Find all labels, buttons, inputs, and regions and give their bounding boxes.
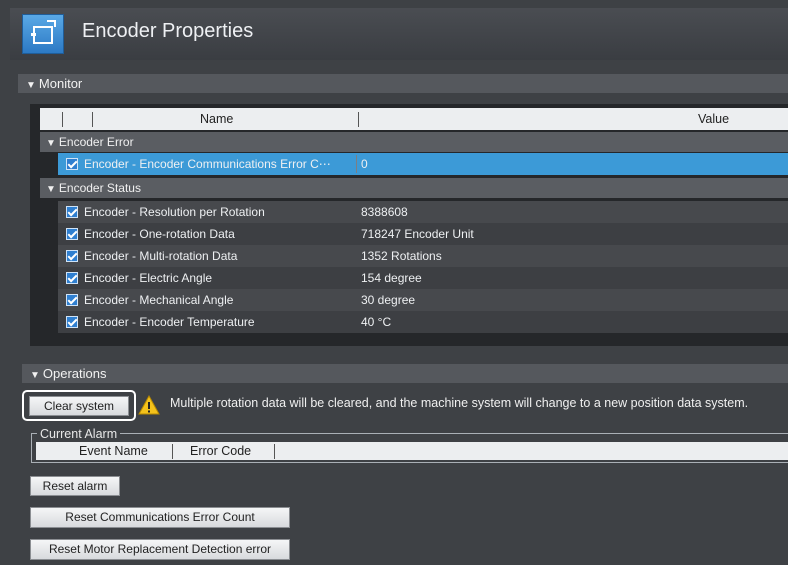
collapse-triangle-icon: ▼ xyxy=(26,80,36,91)
warning-message: Multiple rotation data will be cleared, … xyxy=(170,396,749,410)
monitor-table: Name Value ▼ Encoder Error Encoder - Enco… xyxy=(30,104,788,346)
column-header-event-name[interactable]: Event Name xyxy=(79,444,148,458)
collapse-triangle-icon: ▼ xyxy=(46,138,56,149)
collapse-triangle-icon: ▼ xyxy=(30,370,40,381)
row-name: Encoder - Mechanical Angle xyxy=(84,293,234,307)
table-row[interactable]: Encoder - Resolution per Rotation 838860… xyxy=(58,201,788,223)
row-value: 30 degree xyxy=(361,293,416,307)
row-value: 40 °C xyxy=(361,315,392,329)
column-divider[interactable] xyxy=(358,112,359,127)
monitor-section-label: Monitor xyxy=(38,76,83,91)
row-value: 8388608 xyxy=(361,205,408,219)
collapse-triangle-icon: ▼ xyxy=(46,184,56,195)
operations-section-header[interactable]: ▼ Operations xyxy=(22,364,788,383)
reset-communications-error-count-button[interactable]: Reset Communications Error Count xyxy=(30,507,290,528)
row-name: Encoder - Encoder Temperature xyxy=(84,315,255,329)
row-name: Encoder - Multi-rotation Data xyxy=(84,249,238,263)
row-checkbox[interactable] xyxy=(66,228,78,240)
column-divider[interactable] xyxy=(62,112,63,127)
row-checkbox[interactable] xyxy=(66,158,78,170)
column-divider[interactable] xyxy=(92,112,93,127)
reset-alarm-button[interactable]: Reset alarm xyxy=(30,476,120,496)
column-header-name[interactable]: Name xyxy=(200,112,233,126)
row-checkbox[interactable] xyxy=(66,250,78,262)
page-title: Encoder Properties xyxy=(82,20,254,42)
row-value: 718247 Encoder Unit xyxy=(361,227,474,241)
table-row[interactable]: Encoder - One-rotation Data 718247 Encod… xyxy=(58,223,788,245)
title-bar: Encoder Properties xyxy=(10,8,788,60)
operations-section-label: Operations xyxy=(42,366,107,381)
group-encoder-status[interactable]: ▼ Encoder Status xyxy=(40,178,788,198)
group-label: Encoder Error xyxy=(58,135,134,149)
current-alarm-label: Current Alarm xyxy=(37,427,121,441)
group-label: Encoder Status xyxy=(58,181,141,195)
table-header: Name Value xyxy=(40,108,788,130)
row-checkbox[interactable] xyxy=(66,206,78,218)
table-row[interactable]: Encoder - Mechanical Angle 30 degree xyxy=(58,289,788,311)
encoder-properties-icon xyxy=(22,14,64,54)
clear-system-button[interactable]: Clear system xyxy=(29,396,129,416)
monitor-section-header[interactable]: ▼ Monitor xyxy=(18,74,788,93)
table-row[interactable]: Encoder - Encoder Temperature 40 °C xyxy=(58,311,788,333)
row-checkbox[interactable] xyxy=(66,272,78,284)
alarm-table-header: Event Name Error Code xyxy=(36,442,788,460)
table-row[interactable]: Encoder - Multi-rotation Data 1352 Rotat… xyxy=(58,245,788,267)
warning-triangle-icon xyxy=(138,394,160,415)
row-value: 1352 Rotations xyxy=(361,249,442,263)
table-row[interactable]: Encoder - Encoder Communications Error C… xyxy=(58,153,788,175)
group-encoder-error[interactable]: ▼ Encoder Error xyxy=(40,132,788,152)
reset-motor-replacement-detection-error-button[interactable]: Reset Motor Replacement Detection error xyxy=(30,539,290,560)
column-header-value[interactable]: Value xyxy=(698,112,729,126)
column-divider[interactable] xyxy=(172,444,173,459)
row-name: Encoder - Resolution per Rotation xyxy=(84,205,265,219)
row-name: Encoder - Encoder Communications Error C… xyxy=(84,157,331,171)
row-checkbox[interactable] xyxy=(66,294,78,306)
row-value: 0 xyxy=(361,157,368,171)
row-name: Encoder - Electric Angle xyxy=(84,271,213,285)
column-header-error-code[interactable]: Error Code xyxy=(190,444,251,458)
row-name: Encoder - One-rotation Data xyxy=(84,227,235,241)
table-row[interactable]: Encoder - Electric Angle 154 degree xyxy=(58,267,788,289)
row-value: 154 degree xyxy=(361,271,422,285)
row-checkbox[interactable] xyxy=(66,316,78,328)
column-divider[interactable] xyxy=(274,444,275,459)
cell-divider xyxy=(356,155,357,173)
